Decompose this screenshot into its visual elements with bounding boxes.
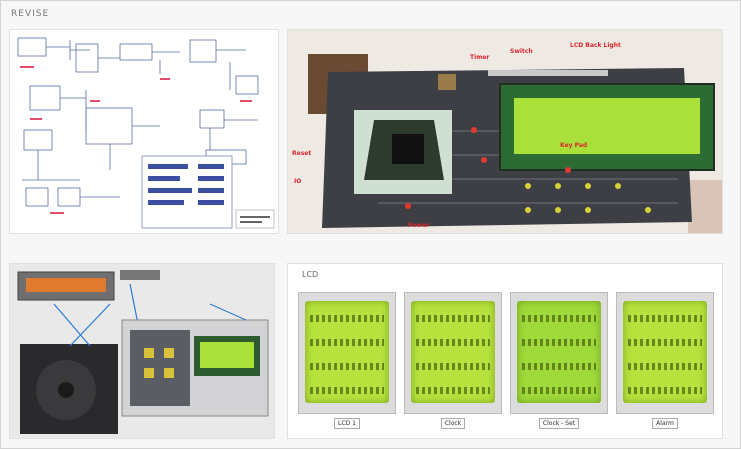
lcd-card: LCD 1 — [298, 292, 396, 432]
lcd-photo — [510, 292, 608, 414]
lcd-caption: Clock — [440, 418, 466, 429]
schematic-diagram — [17, 37, 275, 229]
lcd-card-row: LCD 1 Clock Clock - Set Alarm — [298, 292, 714, 432]
lcd-screen — [411, 301, 495, 403]
schematic-panel — [9, 29, 279, 234]
lcd-caption: Clock - Set — [538, 418, 580, 429]
lcd-results-panel: LCD LCD 1 Clock Clock - Set Alarm — [287, 263, 723, 439]
label-lcd-backlight: LCD Back Light — [570, 42, 621, 49]
lcd-screen — [305, 301, 389, 403]
page: REVISE LCD Back Light Switch Timer Reset… — [0, 0, 741, 449]
lcd-card: Clock - Set — [510, 292, 608, 432]
label-reset: Reset — [292, 150, 312, 157]
lcd-screen — [517, 301, 601, 403]
lcd-card: Alarm — [616, 292, 714, 432]
label-timer: Timer — [470, 54, 490, 61]
lcd-card: Clock — [404, 292, 502, 432]
section-title: REVISE — [11, 9, 50, 19]
label-keypad: Key Pad — [560, 142, 588, 149]
label-io: IO — [294, 178, 302, 185]
lcd-caption: Alarm — [652, 418, 678, 429]
label-power: Power — [408, 222, 430, 229]
board-photo — [288, 30, 722, 233]
board-photo-panel: LCD Back Light Switch Timer Reset IO Pow… — [287, 29, 723, 234]
lcd-section-title: LCD — [302, 270, 319, 279]
lcd-caption: LCD 1 — [334, 418, 360, 429]
lcd-screen — [623, 301, 707, 403]
lcd-photo — [616, 292, 714, 414]
lcd-photo — [404, 292, 502, 414]
setup-photo — [10, 264, 274, 438]
label-switch: Switch — [510, 48, 533, 55]
setup-photo-panel — [9, 263, 275, 439]
lcd-photo — [298, 292, 396, 414]
